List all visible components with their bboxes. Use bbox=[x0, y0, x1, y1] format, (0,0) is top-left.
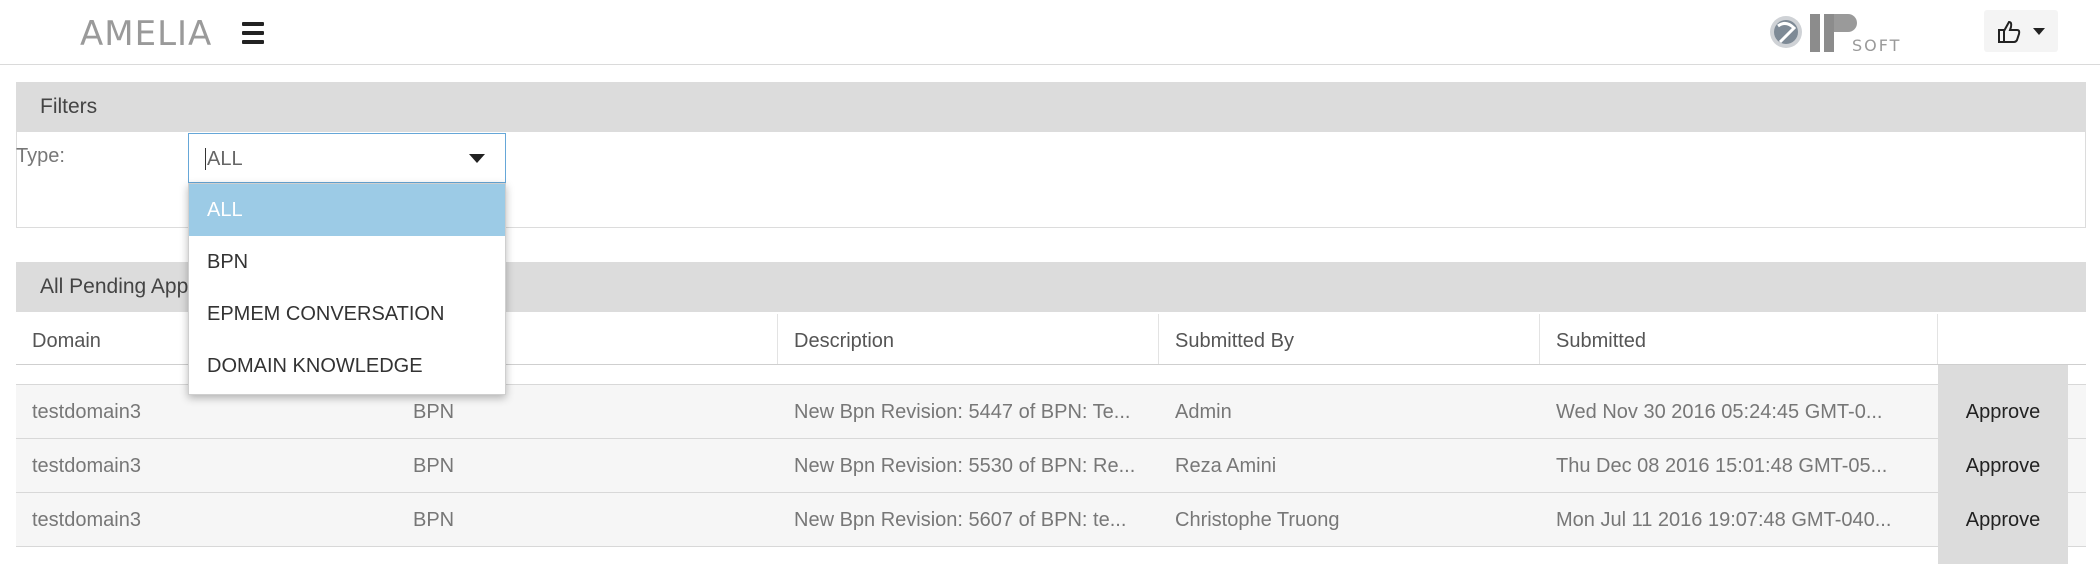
cell-description: New Bpn Revision: 5530 of BPN: Re... bbox=[794, 455, 1136, 477]
cell-type: BPN bbox=[413, 455, 455, 477]
feedback-menu[interactable] bbox=[1984, 10, 2058, 52]
cell-submitted-by: Admin bbox=[1175, 401, 1232, 423]
type-select-value: ALL bbox=[205, 148, 243, 170]
approve-button-partial[interactable] bbox=[1938, 365, 2068, 385]
cell-domain: testdomain3 bbox=[32, 509, 141, 531]
cell-domain: testdomain3 bbox=[32, 455, 141, 477]
cell-type: BPN bbox=[413, 509, 455, 531]
type-label: Type: bbox=[16, 145, 65, 167]
cell-submitted: Wed Nov 30 2016 05:24:45 GMT-0... bbox=[1556, 401, 1883, 423]
company-logo: SOFT bbox=[1768, 8, 1918, 58]
cell-description: New Bpn Revision: 5607 of BPN: te... bbox=[794, 509, 1127, 531]
brand-logo[interactable]: AMELIA bbox=[80, 14, 212, 54]
caret-down-icon bbox=[2033, 28, 2045, 35]
top-bar: AMELIA SOFT bbox=[0, 0, 2100, 65]
table-row[interactable]: testdomain3 BPN New Bpn Revision: 5530 o… bbox=[16, 439, 2086, 493]
table-row-partial bbox=[16, 547, 2086, 564]
hamburger-menu-icon[interactable] bbox=[242, 22, 268, 44]
approve-button[interactable]: Approve bbox=[1938, 439, 2068, 493]
cell-submitted-by: Christophe Truong bbox=[1175, 509, 1340, 531]
approve-button[interactable]: Approve bbox=[1938, 493, 2068, 547]
logo-sub-text: SOFT bbox=[1852, 36, 1902, 55]
thumbs-up-icon bbox=[1998, 20, 2021, 43]
cell-submitted-by: Reza Amini bbox=[1175, 455, 1277, 477]
type-select[interactable]: ALL bbox=[188, 133, 506, 183]
column-header-submitted-by[interactable]: Submitted By bbox=[1159, 314, 1540, 364]
type-option-epmem-conversation[interactable]: EPMEM CONVERSATION bbox=[189, 288, 505, 340]
cell-submitted: Mon Jul 11 2016 19:07:48 GMT-040... bbox=[1556, 509, 1892, 531]
cell-submitted: Thu Dec 08 2016 15:01:48 GMT-05... bbox=[1556, 455, 1888, 477]
column-header-description[interactable]: Description bbox=[778, 314, 1159, 364]
type-dropdown-menu: ALL BPN EPMEM CONVERSATION DOMAIN KNOWLE… bbox=[188, 183, 506, 395]
chevron-down-icon bbox=[469, 154, 485, 163]
cell-description: New Bpn Revision: 5447 of BPN: Te... bbox=[794, 401, 1131, 423]
type-option-bpn[interactable]: BPN bbox=[189, 236, 505, 288]
column-header-actions bbox=[1938, 314, 2086, 364]
column-header-submitted[interactable]: Submitted bbox=[1540, 314, 1938, 364]
approve-button-partial[interactable] bbox=[1938, 547, 2068, 564]
type-option-all[interactable]: ALL bbox=[189, 184, 505, 236]
type-option-domain-knowledge[interactable]: DOMAIN KNOWLEDGE bbox=[189, 340, 505, 392]
table-row[interactable]: testdomain3 BPN New Bpn Revision: 5607 o… bbox=[16, 493, 2086, 547]
approve-button[interactable]: Approve bbox=[1938, 385, 2068, 439]
